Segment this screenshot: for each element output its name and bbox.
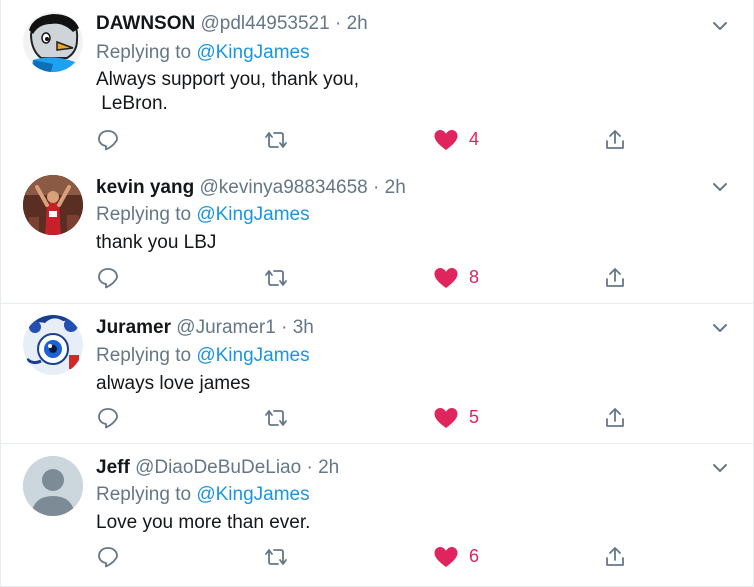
- share-icon[interactable]: [603, 545, 627, 569]
- mention-link[interactable]: @KingJames: [196, 345, 309, 366]
- timestamp[interactable]: 2h: [385, 177, 406, 198]
- tweet-header: Jeff @DiaoDeBuDeLiao · 2h: [96, 457, 339, 479]
- user-handle[interactable]: @kevinya98834658: [200, 177, 368, 198]
- chevron-down-icon[interactable]: [710, 177, 730, 197]
- user-handle[interactable]: @DiaoDeBuDeLiao: [135, 457, 301, 478]
- share-icon[interactable]: [603, 406, 627, 430]
- separator-dot: ·: [281, 317, 288, 338]
- reply-feed: DAWNSON @pdl44953521 · 2h Replying to @K…: [0, 0, 754, 587]
- retweet-icon[interactable]: [263, 128, 289, 152]
- heart-icon[interactable]: [433, 128, 459, 152]
- chevron-down-icon[interactable]: [710, 318, 730, 338]
- timestamp[interactable]: 2h: [347, 13, 368, 34]
- mention-link[interactable]: @KingJames: [196, 204, 309, 225]
- reply-icon[interactable]: [96, 545, 120, 569]
- reply-icon[interactable]: [96, 406, 120, 430]
- like-count: 8: [469, 267, 480, 287]
- display-name[interactable]: DAWNSON: [96, 13, 195, 34]
- share-icon[interactable]: [603, 266, 627, 290]
- tweet-4[interactable]: Jeff @DiaoDeBuDeLiao · 2h Replying to @K…: [1, 443, 753, 586]
- reply-icon[interactable]: [96, 128, 120, 152]
- mention-link[interactable]: @KingJames: [196, 484, 309, 505]
- replying-to: Replying to @KingJames: [96, 42, 310, 64]
- tweet-header: Juramer @Juramer1 · 3h: [96, 317, 314, 339]
- user-handle[interactable]: @pdl44953521: [201, 13, 330, 34]
- display-name[interactable]: Juramer: [96, 317, 171, 338]
- heart-icon[interactable]: [433, 545, 459, 569]
- tweet-text: always love james: [96, 373, 251, 394]
- tweet-text: Love you more than ever.: [96, 512, 311, 533]
- heart-icon[interactable]: [433, 406, 459, 430]
- tweet-2[interactable]: kevin yang @kevinya98834658 · 2h Replyin…: [1, 163, 753, 303]
- avatar[interactable]: [23, 12, 83, 72]
- mention-link[interactable]: @KingJames: [196, 42, 309, 63]
- avatar[interactable]: [23, 175, 83, 235]
- like-count: 4: [469, 129, 480, 149]
- timestamp[interactable]: 2h: [318, 457, 339, 478]
- retweet-icon[interactable]: [263, 406, 289, 430]
- tweet-text: Always support you, thank you, LeBron.: [96, 69, 359, 114]
- timestamp[interactable]: 3h: [293, 317, 314, 338]
- replying-to: Replying to @KingJames: [96, 484, 310, 506]
- separator-dot: ·: [306, 457, 313, 478]
- separator-dot: ·: [334, 13, 342, 34]
- tweet-text: thank you LBJ: [96, 232, 217, 253]
- replying-label: Replying to: [96, 345, 192, 366]
- tweet-header: DAWNSON @pdl44953521 · 2h: [96, 13, 368, 35]
- display-name[interactable]: Jeff: [96, 457, 130, 478]
- replying-to: Replying to @KingJames: [96, 345, 310, 367]
- replying-label: Replying to: [96, 42, 192, 63]
- chevron-down-icon[interactable]: [710, 458, 730, 478]
- like-count: 5: [469, 407, 480, 427]
- chevron-down-icon[interactable]: [710, 16, 730, 36]
- retweet-icon[interactable]: [263, 266, 289, 290]
- retweet-icon[interactable]: [263, 545, 289, 569]
- reply-icon[interactable]: [96, 266, 120, 290]
- display-name[interactable]: kevin yang: [96, 177, 194, 198]
- user-handle[interactable]: @Juramer1: [176, 317, 276, 338]
- share-icon[interactable]: [603, 128, 627, 152]
- heart-icon[interactable]: [433, 266, 459, 290]
- separator-dot: ·: [373, 177, 380, 198]
- avatar[interactable]: [23, 456, 83, 516]
- like-count: 6: [469, 546, 480, 566]
- replying-label: Replying to: [96, 484, 192, 505]
- replying-to: Replying to @KingJames: [96, 204, 310, 226]
- tweet-header: kevin yang @kevinya98834658 · 2h: [96, 177, 406, 199]
- replying-label: Replying to: [96, 204, 192, 225]
- tweet-1[interactable]: DAWNSON @pdl44953521 · 2h Replying to @K…: [1, 0, 753, 163]
- avatar[interactable]: [23, 315, 83, 375]
- tweet-3[interactable]: Juramer @Juramer1 · 3h Replying to @King…: [1, 303, 753, 443]
